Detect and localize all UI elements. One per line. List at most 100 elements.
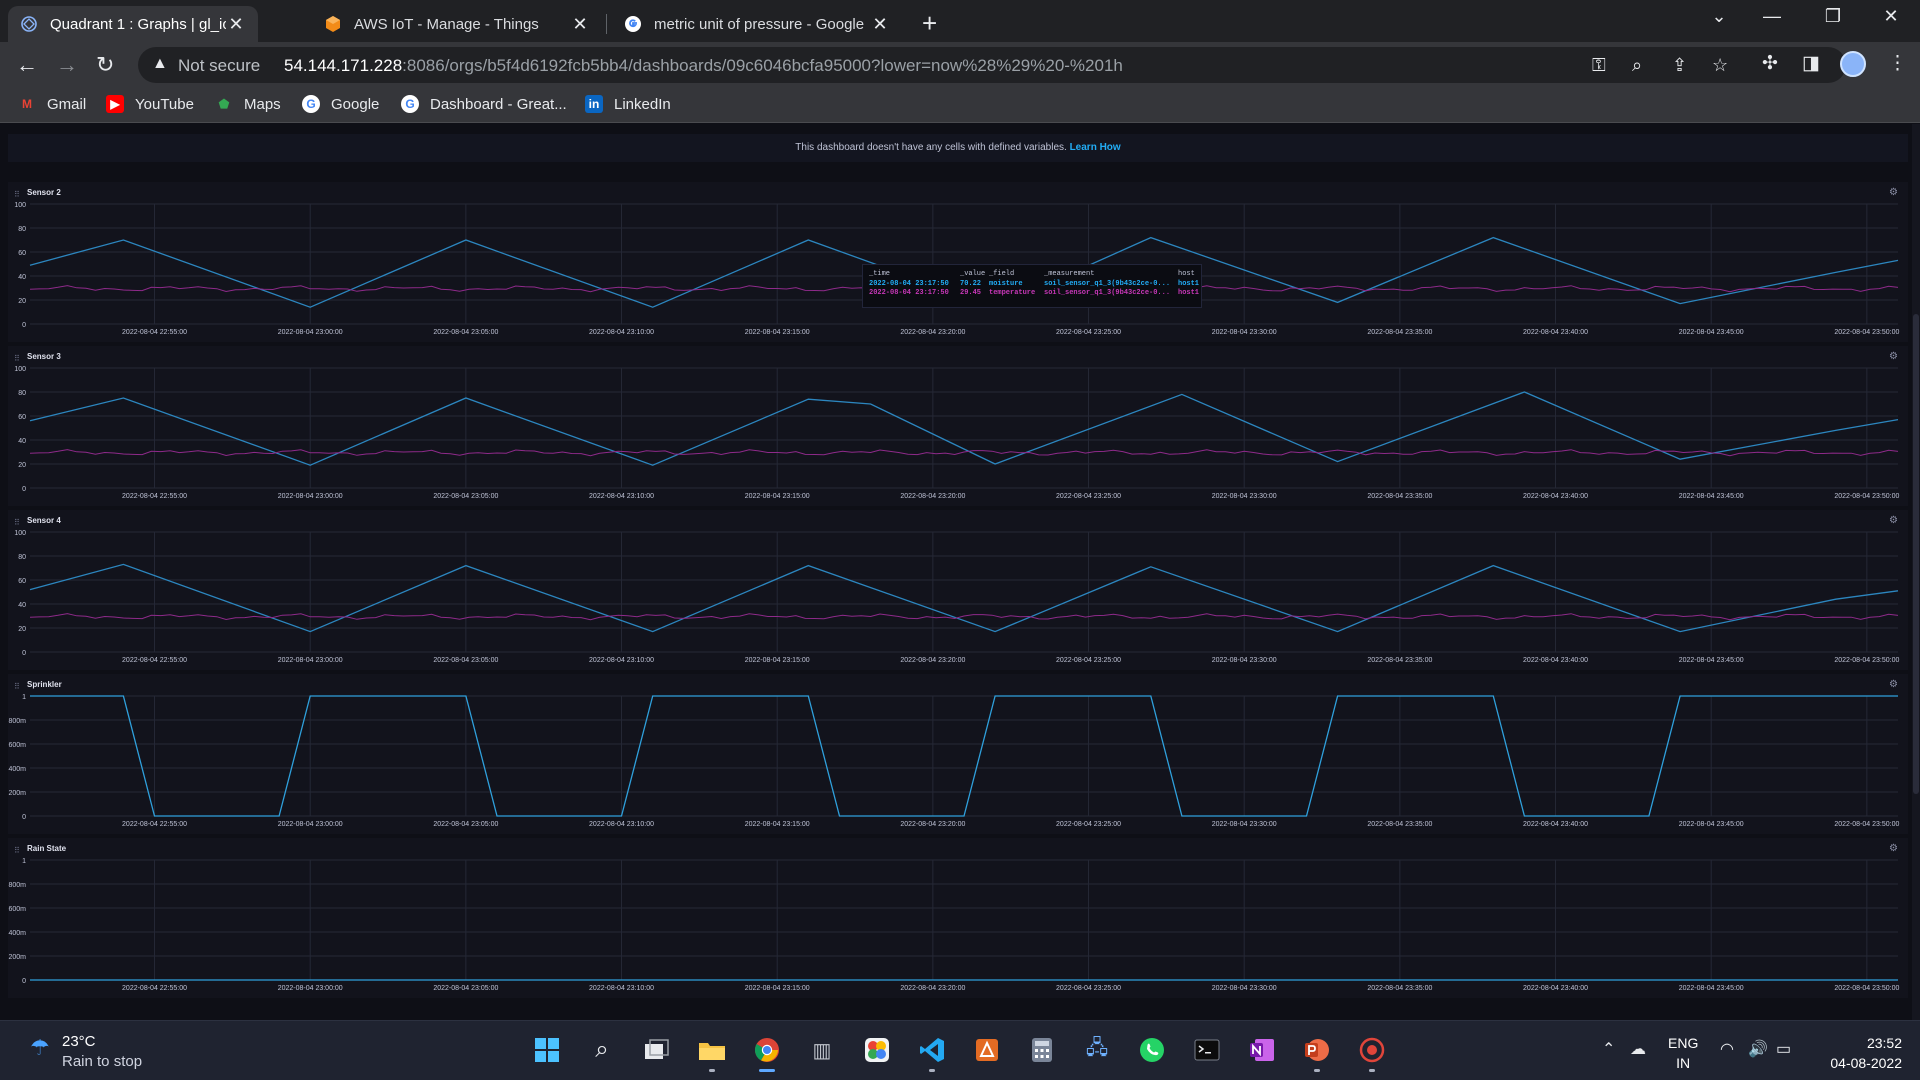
x-tick-label: 2022-08-04 23:40:00 [1523, 821, 1588, 828]
share-icon[interactable]: ⇪ [1672, 55, 1687, 76]
forward-arrow-icon[interactable]: → [56, 52, 78, 78]
close-icon[interactable]: ✕ [226, 14, 246, 35]
x-tick-label: 2022-08-04 23:25:00 [1056, 493, 1121, 500]
rain-state-chart[interactable]: 1 800m 600m 400m 200m 0 2022-08-04 22:55:00 202… [8, 838, 1908, 998]
bookmark-google[interactable]: G Google [302, 95, 379, 113]
bookmark-linkedin[interactable]: in LinkedIn [585, 95, 671, 113]
x-tick-label: 2022-08-04 23:40:00 [1523, 329, 1588, 336]
x-tick-label: 2022-08-04 23:50:00 [1834, 985, 1899, 992]
tab-google-search[interactable]: metric unit of pressure - Google ✕ [612, 6, 902, 42]
bookmark-dashboard[interactable]: G Dashboard - Great... [401, 95, 567, 113]
cell-sprinkler: ⠿ Sprinkler ⚙ 1 800m 600m 400m 200m 0 2022-08-… [8, 674, 1908, 834]
recorder-icon[interactable] [1356, 1034, 1388, 1072]
volume-icon[interactable]: 🔊 [1748, 1039, 1768, 1059]
wifi-icon[interactable]: ◠ [1720, 1039, 1734, 1059]
whatsapp-icon[interactable] [1136, 1034, 1168, 1066]
x-tick-label: 2022-08-04 23:10:00 [589, 821, 654, 828]
x-tick-label: 2022-08-04 23:25:00 [1056, 329, 1121, 336]
photos-icon[interactable] [861, 1034, 893, 1066]
zoom-icon[interactable]: ⌕ [1632, 55, 1642, 76]
restore-icon[interactable]: ❐ [1818, 6, 1848, 27]
chrome-icon[interactable] [751, 1034, 783, 1072]
bookmark-maps[interactable]: ⬟ Maps [215, 95, 281, 113]
x-tick-label: 2022-08-04 23:20:00 [900, 821, 965, 828]
y-tick-label: 1 [22, 694, 26, 701]
x-tick-label: 2022-08-04 23:50:00 [1834, 821, 1899, 828]
file-explorer-icon[interactable] [696, 1034, 728, 1072]
minimize-icon[interactable]: — [1757, 6, 1787, 27]
close-icon[interactable]: ✕ [870, 14, 890, 35]
close-icon[interactable]: ✕ [570, 14, 590, 35]
weather-description[interactable]: Rain to stop [62, 1053, 142, 1070]
app-icon[interactable]: ▥ [806, 1034, 838, 1066]
task-view-icon[interactable] [641, 1034, 673, 1066]
y-tick-label: 60 [18, 578, 26, 585]
cell-sensor-4: ⠿ Sensor 4 ⚙ 100 80 60 40 20 0 2022-08-04 22:5… [8, 510, 1908, 670]
weather-temperature[interactable]: 23°C [62, 1033, 96, 1050]
x-tick-label: 2022-08-04 23:30:00 [1212, 329, 1277, 336]
x-tick-label: 2022-08-04 23:20:00 [900, 329, 965, 336]
language-indicator[interactable]: ENG IN [1668, 1033, 1698, 1073]
tab-search-chevron-down-icon[interactable]: ⌄ [1704, 6, 1734, 27]
bookmark-youtube[interactable]: ▶ YouTube [106, 95, 194, 113]
search-icon[interactable]: ⌕ [586, 1034, 618, 1066]
url-text[interactable]: 54.144.171.228:8086/orgs/b5f4d6192fcb5bb… [284, 56, 1123, 76]
system-clock[interactable]: 23:52 04-08-2022 [1812, 1033, 1902, 1073]
tooltip-cell: temperature [989, 289, 1036, 297]
key-icon[interactable]: ⚿ [1592, 55, 1606, 76]
new-tab-plus-icon[interactable]: + [922, 8, 937, 39]
x-tick-label: 2022-08-04 23:35:00 [1367, 985, 1432, 992]
powerpoint-icon[interactable] [1301, 1034, 1333, 1072]
menu-kebab-icon[interactable]: ⋮ [1888, 52, 1907, 75]
sensor-4-chart[interactable]: 100 80 60 40 20 0 2022-08-04 22:55:00 2022-08-0… [8, 510, 1908, 670]
x-tick-label: 2022-08-04 23:40:00 [1523, 493, 1588, 500]
x-tick-label: 2022-08-04 23:15:00 [745, 821, 810, 828]
y-tick-label: 0 [22, 486, 26, 493]
clock-time: 23:52 [1866, 1035, 1902, 1051]
back-arrow-icon[interactable]: ← [16, 52, 38, 78]
dashboard-scrollbar[interactable] [1912, 124, 1920, 1020]
window-close-icon[interactable]: ✕ [1876, 6, 1906, 27]
bookmark-star-icon[interactable]: ☆ [1712, 55, 1728, 76]
y-tick-label: 60 [18, 250, 26, 257]
warning-triangle-icon[interactable]: ▲ [152, 55, 168, 73]
reload-icon[interactable]: ↻ [96, 52, 114, 78]
security-status[interactable]: Not secure [178, 56, 260, 76]
y-tick-label: 100 [14, 366, 26, 373]
youtube-icon: ▶ [106, 95, 124, 113]
y-tick-label: 0 [22, 650, 26, 657]
tab-aws-iot[interactable]: AWS IoT - Manage - Things ✕ [312, 6, 602, 42]
sprinkler-chart[interactable]: 1 800m 600m 400m 200m 0 2022-08-04 22:55:00 202… [8, 674, 1908, 834]
tab-quadrant-graphs[interactable]: Quadrant 1 : Graphs | gl_iot_grou ✕ [8, 6, 258, 42]
x-tick-label: 2022-08-04 23:00:00 [278, 985, 343, 992]
tooltip-header: _measurement [1044, 270, 1095, 278]
address-bar[interactable]: ▲ Not secure 54.144.171.228:8086/orgs/b5… [138, 47, 1846, 83]
rain-weather-icon[interactable]: ☂ [30, 1035, 50, 1061]
network-icon[interactable]: 🖧 [1081, 1034, 1113, 1066]
calculator-icon[interactable] [1026, 1034, 1058, 1066]
sensor-3-chart[interactable]: 100 80 60 40 20 0 2022-08-04 22:55:00 2022-08-0… [8, 346, 1908, 506]
start-icon[interactable] [531, 1034, 563, 1066]
y-tick-label: 400m [8, 930, 26, 937]
learn-how-link[interactable]: Learn How [1070, 142, 1121, 153]
onedrive-offline-icon[interactable]: ☁ [1630, 1039, 1646, 1059]
tab-title: Quadrant 1 : Graphs | gl_iot_grou [50, 15, 226, 33]
extensions-puzzle-icon[interactable]: ✣ [1762, 52, 1778, 75]
x-tick-label: 2022-08-04 23:00:00 [278, 657, 343, 664]
scrollbar-thumb[interactable] [1913, 314, 1919, 794]
profile-avatar[interactable] [1840, 51, 1866, 77]
x-tick-label: 2022-08-04 23:05:00 [433, 493, 498, 500]
aws-icon [326, 16, 340, 32]
side-panel-icon[interactable]: ◨ [1802, 52, 1820, 75]
clock-date: 04-08-2022 [1830, 1055, 1902, 1071]
battery-icon[interactable]: ▭ [1776, 1039, 1791, 1059]
y-tick-label: 200m [8, 954, 26, 961]
app-icon[interactable] [971, 1034, 1003, 1066]
onenote-icon[interactable] [1246, 1034, 1278, 1066]
sensor-2-chart[interactable]: 100 80 60 40 20 0 2022-08-04 22:55:00 2022-08-0… [8, 182, 1908, 342]
x-tick-label: 2022-08-04 23:45:00 [1679, 329, 1744, 336]
vscode-icon[interactable] [916, 1034, 948, 1072]
terminal-icon[interactable] [1191, 1034, 1223, 1066]
chevron-up-icon[interactable]: ⌃ [1602, 1039, 1615, 1059]
bookmark-gmail[interactable]: M Gmail [18, 95, 86, 113]
